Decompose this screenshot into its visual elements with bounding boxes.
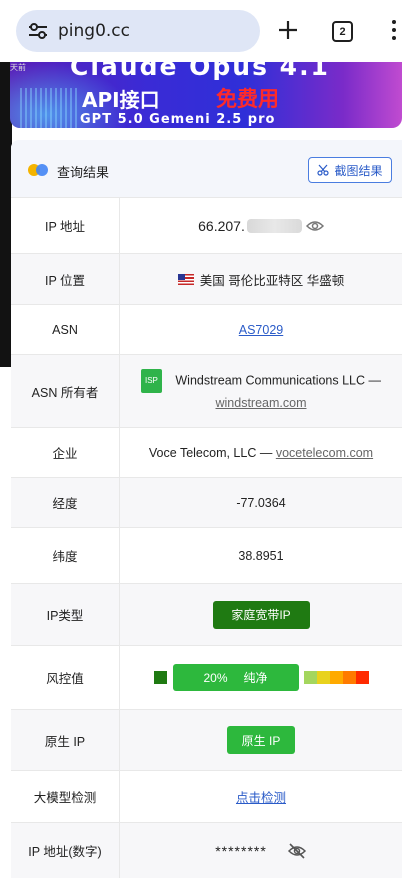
banner-api-text: API接口 xyxy=(82,88,160,112)
ip-location-value-cell: 美国 哥伦比亚特区 华盛顿 xyxy=(120,254,402,304)
ip-type-label: IP类型 xyxy=(11,584,120,645)
us-flag-icon xyxy=(177,273,194,285)
more-menu-icon[interactable] xyxy=(387,20,401,44)
new-tab-icon[interactable] xyxy=(276,18,300,42)
native-ip-value-cell: 原生 IP xyxy=(120,710,402,770)
row-longitude: 经度 -77.0364 xyxy=(11,477,402,527)
ip-type-badge: 家庭宽带IP xyxy=(212,600,310,629)
risk-label: 风控值 xyxy=(11,646,120,709)
ip-address-value: 66.207. xyxy=(120,198,402,253)
asn-owner-label: ASN 所有者 xyxy=(11,355,120,427)
eye-icon[interactable] xyxy=(305,219,324,233)
scissors-icon xyxy=(317,164,330,176)
risk-percent: 20% xyxy=(203,670,228,685)
result-logo-icon xyxy=(28,164,50,176)
ad-banner[interactable]: 天前 Claude Opus 4.1 API接口 免费用 GPT 5.0 Gem… xyxy=(10,62,402,128)
ip-address-blurred xyxy=(246,218,302,233)
latitude-value: 38.8951 xyxy=(238,548,284,563)
ip-numeric-label: IP 地址(数字) xyxy=(11,823,120,878)
banner-models-text: GPT 5.0 Gemeni 2.5 pro xyxy=(80,112,276,127)
latitude-label: 纬度 xyxy=(11,528,120,583)
asn-owner-domain-link[interactable]: windstream.com xyxy=(216,393,307,413)
asn-owner-name: Windstream Communications LLC — xyxy=(175,373,381,388)
enterprise-name: Voce Telecom, LLC — xyxy=(148,445,273,460)
row-enterprise: 企业 Voce Telecom, LLC — vocetelecom.com xyxy=(11,427,402,477)
llm-check-link[interactable]: 点击检测 xyxy=(236,787,286,806)
ip-location-value: 美国 哥伦比亚特区 华盛顿 xyxy=(199,273,345,288)
ip-location-label: IP 位置 xyxy=(11,254,120,304)
eye-off-icon[interactable] xyxy=(287,842,307,859)
risk-scale-segment xyxy=(316,671,330,684)
ip-address-label: IP 地址 xyxy=(11,198,120,253)
risk-score-bar: 20% 纯净 xyxy=(172,664,299,691)
address-bar[interactable]: ping0.cc xyxy=(16,10,260,52)
row-risk: 风控值 20% 纯净 xyxy=(11,645,402,709)
row-asn: ASN AS7029 xyxy=(11,304,402,354)
native-ip-label: 原生 IP xyxy=(11,710,120,770)
risk-color-scale xyxy=(303,671,369,684)
ip-type-value-cell: 家庭宽带IP xyxy=(120,584,402,645)
url-text[interactable]: ping0.cc xyxy=(58,21,130,41)
enterprise-domain-link[interactable]: vocetelecom.com xyxy=(276,446,373,460)
enterprise-value-cell: Voce Telecom, LLC — vocetelecom.com xyxy=(120,428,402,477)
asn-value-cell: AS7029 xyxy=(120,305,402,354)
longitude-value: -77.0364 xyxy=(236,495,286,510)
row-native-ip: 原生 IP 原生 IP xyxy=(11,709,402,770)
asn-link[interactable]: AS7029 xyxy=(239,323,283,337)
ip-numeric-value: ******** xyxy=(215,842,267,859)
banner-headline: Claude Opus 4.1 xyxy=(70,62,330,81)
banner-corner-text: 天前 xyxy=(10,63,26,72)
llm-check-value-cell: 点击检测 xyxy=(120,771,402,822)
row-ip-numeric: IP 地址(数字) ******** xyxy=(11,822,402,878)
card-header: 查询结果 截图结果 xyxy=(11,140,402,197)
screenshot-button[interactable]: 截图结果 xyxy=(308,157,392,183)
risk-value-cell: 20% 纯净 xyxy=(120,646,402,709)
risk-scale-segment xyxy=(342,671,356,684)
risk-scale-segment xyxy=(329,671,343,684)
card-title: 查询结果 xyxy=(57,165,110,180)
enterprise-label: 企业 xyxy=(11,428,120,477)
site-settings-icon[interactable] xyxy=(28,23,48,39)
result-card: 查询结果 截图结果 IP 地址 66.207. IP 位置 美国 哥伦比亚特区 … xyxy=(11,140,402,885)
row-ip-location: IP 位置 美国 哥伦比亚特区 华盛顿 xyxy=(11,253,402,304)
isp-badge: ISP xyxy=(140,369,162,393)
risk-scale-segment xyxy=(303,671,317,684)
ip-numeric-value-cell: ******** xyxy=(120,823,402,878)
browser-toolbar: ping0.cc 2 xyxy=(0,0,402,62)
llm-check-label: 大模型检测 xyxy=(11,771,120,822)
screenshot-button-label: 截图结果 xyxy=(334,163,383,178)
row-ip-address: IP 地址 66.207. xyxy=(11,197,402,253)
native-ip-badge: 原生 IP xyxy=(227,726,295,754)
ip-address-prefix: 66.207. xyxy=(198,217,245,234)
risk-scale-segment xyxy=(355,671,369,684)
row-asn-owner: ASN 所有者 ISP Windstream Communications LL… xyxy=(11,354,402,427)
tab-switcher-button[interactable]: 2 xyxy=(332,21,353,42)
asn-owner-value-cell: ISP Windstream Communications LLC — wind… xyxy=(120,355,402,427)
banner-free-text: 免费用 xyxy=(216,87,279,111)
risk-indicator-square xyxy=(153,671,167,684)
longitude-label: 经度 xyxy=(11,478,120,527)
asn-label: ASN xyxy=(11,305,120,354)
risk-status: 纯净 xyxy=(243,671,268,685)
row-latitude: 纬度 38.8951 xyxy=(11,527,402,583)
row-ip-type: IP类型 家庭宽带IP xyxy=(11,583,402,645)
row-llm-check: 大模型检测 点击检测 xyxy=(11,770,402,822)
